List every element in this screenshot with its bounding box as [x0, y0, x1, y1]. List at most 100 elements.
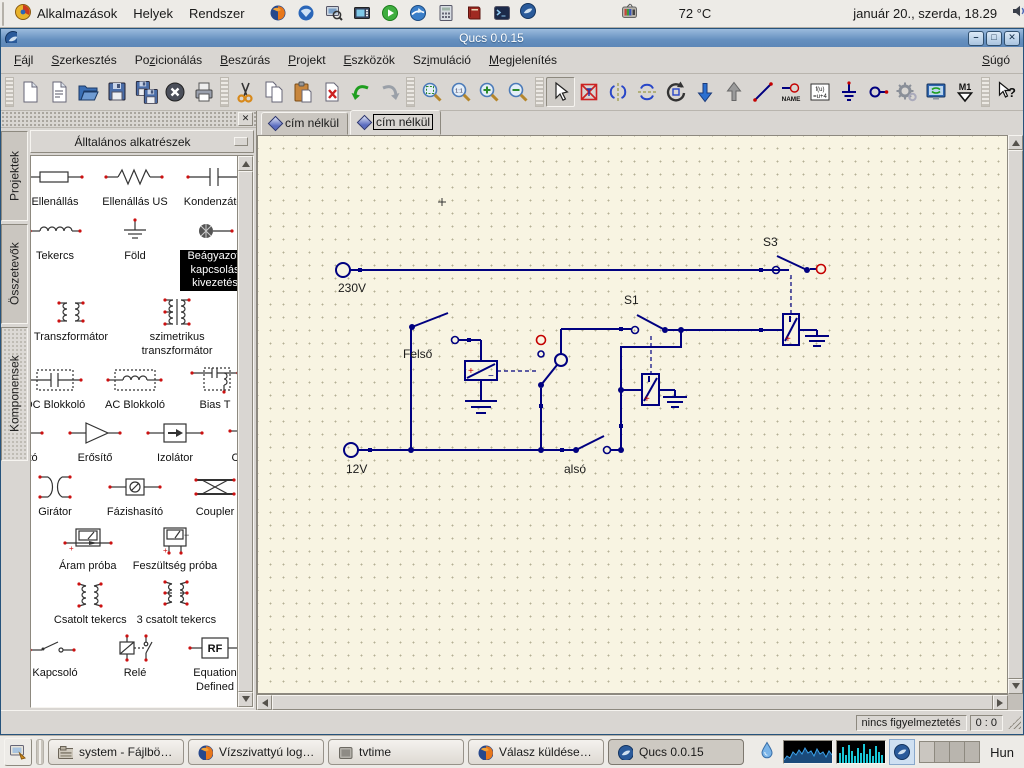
task-button[interactable]: Qucs 0.0.15: [608, 739, 744, 765]
schematic-label[interactable]: S1: [624, 293, 639, 307]
close-button[interactable]: [160, 77, 189, 107]
component-item[interactable]: Izolátor: [140, 418, 210, 466]
component-item[interactable]: Fázishasító: [100, 472, 170, 520]
redo-button[interactable]: [376, 77, 405, 107]
component-item[interactable]: Girátor: [31, 472, 90, 520]
cpu-graph-icon[interactable]: [836, 740, 887, 764]
clock[interactable]: január 20., szerda, 18.29: [845, 6, 1005, 21]
select-button[interactable]: [545, 77, 575, 107]
mirror-y-button[interactable]: [632, 77, 661, 107]
component-item[interactable]: + − Feszültség próba: [133, 526, 217, 574]
menu-projekt[interactable]: Projekt: [279, 49, 334, 71]
component-list-scrollbar[interactable]: [237, 156, 253, 707]
toolbar-handle[interactable]: [5, 77, 14, 107]
show-desktop-button[interactable]: [4, 738, 32, 766]
component-item[interactable]: + Áram próba: [53, 526, 123, 574]
play-icon[interactable]: [379, 2, 403, 26]
component-item[interactable]: Csatolt tekercs: [54, 580, 127, 628]
tvtime-icon[interactable]: [621, 2, 641, 25]
firefox-icon[interactable]: [267, 2, 291, 26]
menu-sugo[interactable]: Súgó: [973, 49, 1019, 71]
water-drop-icon[interactable]: [758, 741, 780, 763]
schematic-label[interactable]: Felső: [403, 347, 433, 361]
component-category-select[interactable]: Álltalános alkatrészek: [30, 130, 254, 153]
component-item[interactable]: Ellenállás US: [100, 162, 170, 210]
menu-megjelenítés[interactable]: Megjelenítés: [480, 49, 566, 71]
open-button[interactable]: [74, 77, 103, 107]
keyboard-layout-indicator[interactable]: Hun: [984, 745, 1020, 760]
save-all-button[interactable]: [131, 77, 160, 107]
schematic-label[interactable]: S3: [763, 235, 778, 249]
print-button[interactable]: [189, 77, 218, 107]
net-graph-icon[interactable]: [783, 740, 834, 764]
internet-app-icon[interactable]: [407, 2, 431, 26]
workspace-cell[interactable]: [950, 742, 966, 762]
scroll-left-icon[interactable]: [257, 695, 272, 710]
help-button[interactable]: ?: [992, 77, 1021, 107]
simulate-button[interactable]: [922, 77, 951, 107]
document-tab[interactable]: cím nélkül: [261, 112, 349, 135]
component-item[interactable]: Transzformátor: [34, 297, 108, 345]
menu-beszúrás[interactable]: Beszúrás: [211, 49, 279, 71]
task-button[interactable]: system - Fájlböng...: [48, 739, 184, 765]
component-item[interactable]: Csillapító: [31, 418, 50, 466]
document-tab[interactable]: cím nélkül: [350, 110, 442, 135]
scroll-up-icon[interactable]: [238, 156, 253, 171]
ground-button[interactable]: [835, 77, 864, 107]
pop-out-button[interactable]: [719, 77, 748, 107]
taskbar-grip-icon[interactable]: [36, 739, 44, 765]
schematic-label[interactable]: alsó: [564, 462, 586, 476]
zoom-1-1-button[interactable]: 1:1: [446, 77, 475, 107]
mirror-x-button[interactable]: [603, 77, 632, 107]
qucs-app-icon[interactable]: [519, 2, 539, 25]
component-item[interactable]: DC Blokkoló: [31, 365, 90, 413]
new-text-button[interactable]: [45, 77, 74, 107]
name-label-button[interactable]: NAME: [777, 77, 806, 107]
thunderbird-icon[interactable]: [295, 2, 319, 26]
component-item[interactable]: szimetrikus transzformátor: [118, 297, 236, 359]
workspace-cell[interactable]: [965, 742, 980, 762]
maximize-button[interactable]: □: [986, 30, 1002, 46]
component-item[interactable]: 3 csatolt tekercs: [137, 579, 216, 628]
gear-button[interactable]: [893, 77, 922, 107]
dock-tab-komponensek[interactable]: Komponensek: [1, 327, 28, 461]
zoom-out-button[interactable]: [504, 77, 533, 107]
equation-button[interactable]: f(u) =u+4: [806, 77, 835, 107]
qucs-tray-icon[interactable]: [889, 739, 916, 765]
panel-menu-rendszer[interactable]: Rendszer: [181, 0, 253, 27]
paste-button[interactable]: [289, 77, 318, 107]
dock-tab-projektek[interactable]: Projektek: [1, 131, 28, 221]
scroll-up-icon[interactable]: [1008, 135, 1023, 150]
scrollbar-thumb[interactable]: [1008, 150, 1023, 679]
schematic-drawing[interactable]: + + + − 230V 12V S1 S3 Felső alsó: [258, 136, 1007, 694]
component-item[interactable]: Ellenállás: [31, 162, 90, 210]
dock-close-icon[interactable]: ✕: [238, 112, 253, 126]
panel-menu-alkalmazások[interactable]: Alkalmazások: [6, 0, 125, 27]
screenshot-tool-icon[interactable]: [323, 2, 347, 26]
task-button[interactable]: Vízszivattyú logik...: [188, 739, 324, 765]
push-into-button[interactable]: [690, 77, 719, 107]
component-item[interactable]: Tekercs: [31, 216, 90, 264]
schematic-label[interactable]: 12V: [346, 462, 367, 476]
dock-tab-összetevők[interactable]: Összetevők: [1, 224, 28, 324]
port-button[interactable]: [864, 77, 893, 107]
workspace-cell[interactable]: [935, 742, 951, 762]
menu-szerkesztés[interactable]: Szerkesztés: [42, 49, 125, 71]
workspace-switcher[interactable]: [919, 741, 981, 763]
component-item[interactable]: Kapcsoló: [31, 633, 90, 681]
scroll-down-icon[interactable]: [238, 692, 253, 707]
scrollbar-thumb[interactable]: [272, 695, 993, 710]
scrollbar-thumb[interactable]: [238, 171, 253, 692]
rotate-button[interactable]: [661, 77, 690, 107]
video-player-icon[interactable]: [351, 2, 375, 26]
wire-button[interactable]: [748, 77, 777, 107]
dictionary-icon[interactable]: [463, 2, 487, 26]
calculator-icon[interactable]: [435, 2, 459, 26]
component-item[interactable]: Föld: [100, 216, 170, 264]
component-item[interactable]: Erősítő: [60, 418, 130, 466]
workspace-cell[interactable]: [920, 742, 936, 762]
close-button[interactable]: ✕: [1004, 30, 1020, 46]
panel-grip-icon[interactable]: [2, 1, 4, 26]
scroll-down-icon[interactable]: [1008, 679, 1023, 694]
volume-icon[interactable]: [1011, 2, 1024, 25]
